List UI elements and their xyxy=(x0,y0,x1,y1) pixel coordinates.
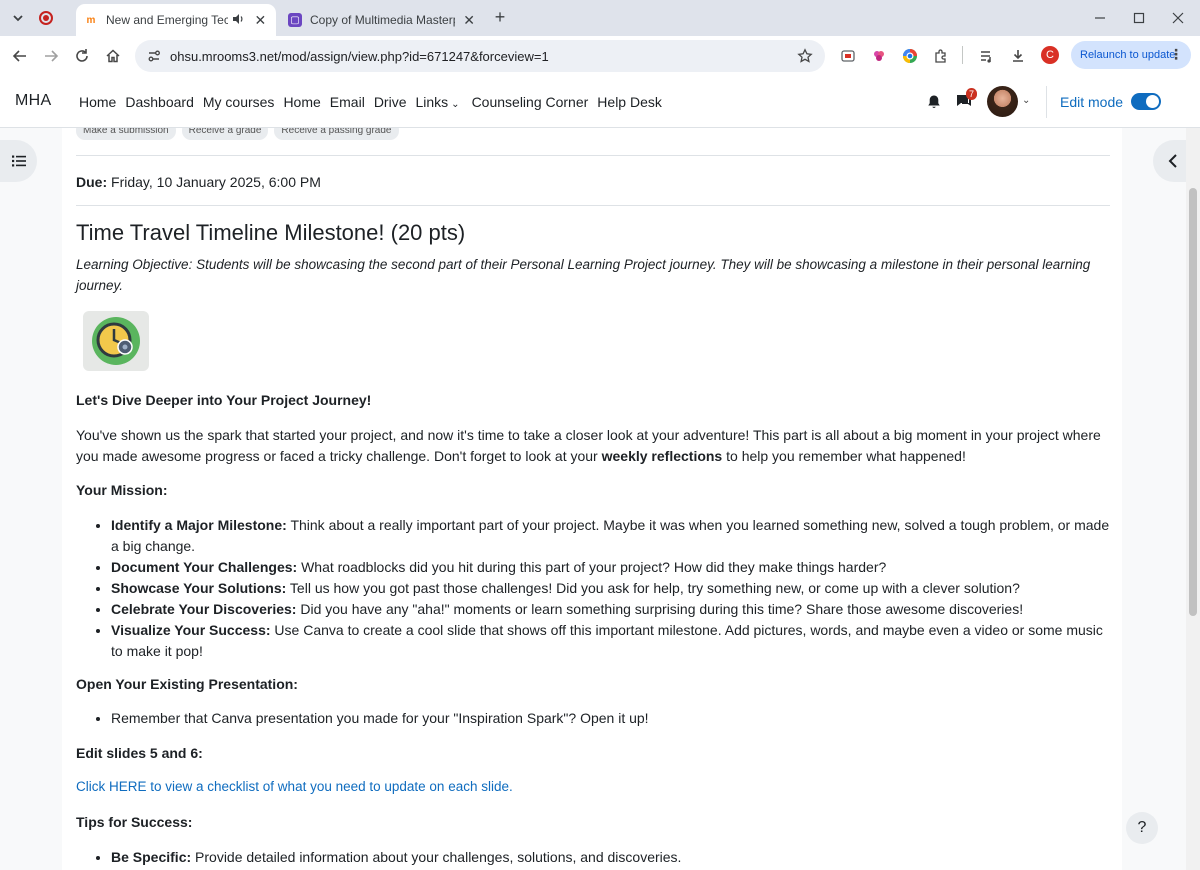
nav-item-links[interactable]: Links ⌄ xyxy=(415,94,459,110)
primary-navigation: Home Dashboard My courses Home Email Dri… xyxy=(79,76,671,128)
nav-item-help-desk[interactable]: Help Desk xyxy=(597,94,662,110)
list-item: Document Your Challenges: What roadblock… xyxy=(111,557,1110,578)
chevron-down-icon[interactable]: ⌄ xyxy=(1022,95,1030,106)
list-item: Be Specific: Provide detailed informatio… xyxy=(111,847,1110,868)
notification-bell-icon[interactable] xyxy=(926,94,942,110)
clock-illustration xyxy=(83,311,149,371)
divider xyxy=(76,205,1110,206)
list-item: Showcase Your Solutions: Tell us how you… xyxy=(111,578,1110,599)
tab-close-icon[interactable]: ✕ xyxy=(461,12,477,29)
relaunch-button[interactable]: Relaunch to update ⋮ xyxy=(1071,41,1191,69)
nav-item-my-courses[interactable]: My courses xyxy=(203,94,275,110)
tab-close-icon[interactable]: ✕ xyxy=(253,12,268,29)
browser-tab[interactable]: ▢ Copy of Multimedia Masterpiec ✕ xyxy=(280,4,485,36)
site-navbar: MHA Home Dashboard My courses Home Email… xyxy=(0,76,1200,128)
nav-item-links-label: Links xyxy=(415,94,449,110)
list-item: Identify a Major Milestone: Think about … xyxy=(111,515,1110,557)
checklist-link[interactable]: Click HERE to view a checklist of what y… xyxy=(76,779,513,794)
moodle-icon: m xyxy=(86,14,96,26)
scrollbar-thumb[interactable] xyxy=(1189,188,1197,616)
nav-item-dashboard[interactable]: Dashboard xyxy=(125,94,194,110)
list-item: Celebrate Your Discoveries: Did you have… xyxy=(111,599,1110,620)
recording-icon[interactable] xyxy=(39,11,53,25)
new-tab-icon[interactable]: + xyxy=(491,8,509,26)
puzzle-icon[interactable] xyxy=(929,44,953,68)
maximize-icon[interactable] xyxy=(1119,0,1159,36)
intro-paragraph: You've shown us the spark that started y… xyxy=(76,425,1110,467)
window-close-icon[interactable] xyxy=(1158,0,1198,36)
tab-title: Copy of Multimedia Masterpiec xyxy=(310,13,455,27)
url-text: ohsu.mrooms3.net/mod/assign/view.php?id=… xyxy=(170,48,549,64)
dive-heading: Let's Dive Deeper into Your Project Jour… xyxy=(76,392,372,408)
main-content-region: Make a submission Receive a grade Receiv… xyxy=(62,128,1122,870)
help-button[interactable]: ? xyxy=(1126,812,1158,844)
completion-chip: Receive a grade xyxy=(181,128,269,140)
site-info-icon[interactable] xyxy=(144,46,164,66)
color-picker-icon[interactable] xyxy=(898,44,922,68)
list-item: Remember that Canva presentation you mad… xyxy=(111,708,1110,729)
intro-text-2: to help you remember what happened! xyxy=(722,448,966,464)
learning-objective: Learning Objective: Students will be sho… xyxy=(76,257,1091,293)
completion-chip: Make a submission xyxy=(76,128,176,140)
toolbar-separator xyxy=(962,46,963,64)
nav-item-home-2[interactable]: Home xyxy=(283,94,320,110)
tips-heading: Tips for Success: xyxy=(76,814,193,830)
course-index-toggle[interactable] xyxy=(0,140,37,182)
message-count-badge: 7 xyxy=(966,88,978,100)
edit-mode-toggle[interactable] xyxy=(1131,93,1161,110)
flower-extension-icon[interactable] xyxy=(867,44,891,68)
open-presentation-list: Remember that Canva presentation you mad… xyxy=(76,708,1110,729)
chevron-left-icon xyxy=(1168,154,1177,168)
relaunch-label: Relaunch to update xyxy=(1080,49,1176,61)
list-icon xyxy=(11,155,26,167)
home-icon[interactable] xyxy=(101,44,125,68)
nav-item-drive[interactable]: Drive xyxy=(374,94,407,110)
nav-item-home[interactable]: Home xyxy=(79,94,116,110)
address-bar[interactable]: ohsu.mrooms3.net/mod/assign/view.php?id=… xyxy=(135,40,825,72)
tab-title: New and Emerging Technol xyxy=(106,13,228,27)
canva-icon: ▢ xyxy=(288,13,302,27)
navbar-divider xyxy=(1046,86,1047,118)
edit-slides-heading: Edit slides 5 and 6: xyxy=(76,745,203,761)
bookmark-star-icon[interactable] xyxy=(795,46,815,66)
chevron-down-icon xyxy=(13,15,23,22)
mission-list: Identify a Major Milestone: Think about … xyxy=(76,515,1110,662)
forward-icon[interactable] xyxy=(39,44,63,68)
due-date: Due: Friday, 10 January 2025, 6:00 PM xyxy=(76,174,321,190)
nav-item-email[interactable]: Email xyxy=(330,94,365,110)
intro-bold: weekly reflections xyxy=(601,448,723,464)
tab-search-button[interactable] xyxy=(5,5,31,31)
due-value: Friday, 10 January 2025, 6:00 PM xyxy=(111,174,321,190)
open-presentation-heading: Open Your Existing Presentation: xyxy=(76,676,298,692)
completion-chip: Receive a passing grade xyxy=(274,128,399,140)
edit-mode-label: Edit mode xyxy=(1060,94,1124,110)
media-controls-icon[interactable] xyxy=(975,44,999,68)
page-scrollbar[interactable] xyxy=(1186,128,1200,870)
nav-item-counseling-corner[interactable]: Counseling Corner xyxy=(472,94,589,110)
minimize-icon[interactable] xyxy=(1080,0,1120,36)
kebab-menu-icon[interactable]: ⋮ xyxy=(1169,46,1183,63)
mission-heading: Your Mission: xyxy=(76,482,168,498)
clock-icon xyxy=(92,317,140,365)
chevron-down-icon: ⌄ xyxy=(451,99,460,110)
reload-icon[interactable] xyxy=(70,44,94,68)
download-icon[interactable] xyxy=(1006,44,1030,68)
divider xyxy=(76,155,1110,156)
back-icon[interactable] xyxy=(8,44,32,68)
extension-icon[interactable] xyxy=(836,44,860,68)
tips-list: Be Specific: Provide detailed informatio… xyxy=(76,847,1110,868)
due-label: Due: xyxy=(76,174,108,190)
assignment-title: Time Travel Timeline Milestone! (20 pts) xyxy=(76,220,466,245)
list-item: Visualize Your Success: Use Canva to cre… xyxy=(111,620,1110,662)
profile-avatar[interactable]: C xyxy=(1041,46,1059,64)
user-avatar[interactable] xyxy=(987,86,1018,117)
completion-criteria: Make a submission Receive a grade Receiv… xyxy=(76,128,405,140)
audio-playing-icon[interactable] xyxy=(232,13,247,28)
browser-tab-active[interactable]: m New and Emerging Technol ✕ xyxy=(76,4,276,36)
site-brand[interactable]: MHA xyxy=(15,92,51,110)
